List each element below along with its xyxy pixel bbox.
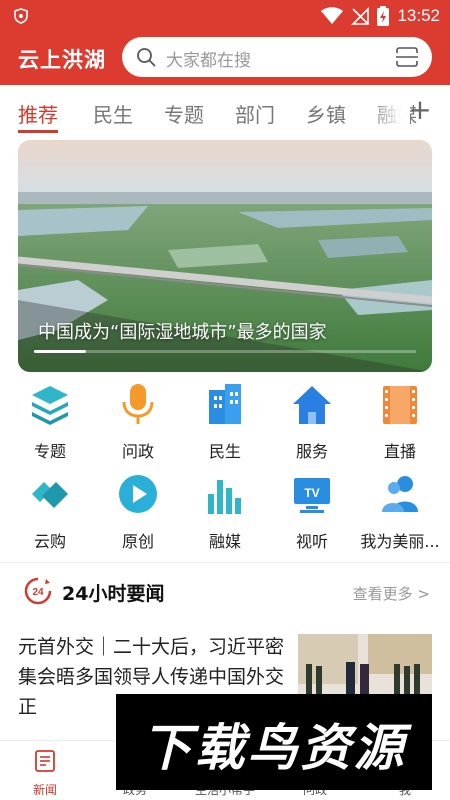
carousel-indicator-track [86,350,416,353]
grid-item-beautiful[interactable]: 我为美丽... [355,468,445,556]
app-title: 云上洪湖 [18,48,106,72]
watermark-text: 下载鸟资源 [141,719,407,777]
feature-grid: 专题 问政 民生 服务 直播 云购 原创 融媒 TV 视听 我为美丽... [0,378,450,558]
svg-text:TV: TV [304,486,319,500]
news-logo-text: 24 [32,587,44,598]
news-icon [35,750,55,772]
scan-icon[interactable] [396,47,418,67]
nav-label: 新闻 [32,783,57,797]
banner-carousel[interactable]: 中国成为“国际湿地城市”最多的国家 [18,140,432,372]
category-tabs: 推荐 民生 专题 部门 乡镇 融媒 + [0,85,450,140]
grid-label: 服务 [295,442,328,461]
play-icon [119,475,157,513]
view-more-link[interactable]: 查看更多 > [353,583,430,604]
grid-item-live[interactable]: 直播 [355,378,445,466]
grid-item-livelihood[interactable]: 民生 [180,378,270,466]
tab-fade [370,85,410,140]
grid-item-original[interactable]: 原创 [93,468,183,556]
grid-label: 原创 [121,532,154,551]
watermark-overlay: 下载鸟资源 [116,694,432,790]
add-tab-button[interactable]: + [405,95,435,125]
news-section-header: 24 24小时要闻 查看更多 > [0,563,450,619]
grid-label: 问政 [121,442,154,461]
grid-label: 融媒 [208,532,241,551]
microphone-icon [122,384,154,424]
nav-news[interactable]: 新闻 [0,741,90,800]
search-bar[interactable]: 大家都在搜 [122,37,432,77]
active-tab-underline [18,130,58,133]
grid-label: 云购 [33,532,66,551]
tab-livelihood[interactable]: 民生 [93,99,133,128]
grid-label: 直播 [383,442,416,461]
grid-item-media[interactable]: 融媒 [180,468,270,556]
home-icon [293,386,331,424]
grid-label: 专题 [33,442,66,461]
grid-label: 我为美丽... [360,532,440,551]
tab-townships[interactable]: 乡镇 [306,99,346,128]
film-icon [383,386,417,424]
tv-icon: TV [294,478,330,513]
grid-item-inquiry[interactable]: 问政 [93,378,183,466]
layers-icon [32,386,68,425]
shield-icon [14,8,28,24]
news-24h-logo: 24 [24,577,52,605]
tab-recommend[interactable]: 推荐 [18,99,58,128]
carousel-indicator-active [34,350,86,353]
bar-chart-icon [208,480,241,514]
users-icon [382,476,418,512]
no-signal-icon [351,7,370,25]
search-icon [137,48,156,67]
wifi-icon [321,7,344,24]
grid-item-topics[interactable]: 专题 [5,378,95,466]
banner-caption: 中国成为“国际湿地城市”最多的国家 [38,322,327,343]
grid-item-audiovisual[interactable]: TV 视听 [267,468,357,556]
tab-departments[interactable]: 部门 [235,99,275,128]
search-placeholder[interactable]: 大家都在搜 [166,46,251,71]
status-time: 13:52 [397,6,440,25]
grid-label: 视听 [295,532,328,551]
status-bar: 13:52 [0,0,450,32]
grid-item-cloud-shop[interactable]: 云购 [5,468,95,556]
grid-item-services[interactable]: 服务 [267,378,357,466]
header-bar: 13:52 云上洪湖 大家都在搜 [0,0,450,85]
building-icon [209,384,241,424]
handshake-icon [32,482,68,508]
grid-label: 民生 [208,442,241,461]
battery-icon [377,6,390,26]
tab-topics[interactable]: 专题 [164,99,204,128]
news-section-title: 24小时要闻 [62,583,165,605]
